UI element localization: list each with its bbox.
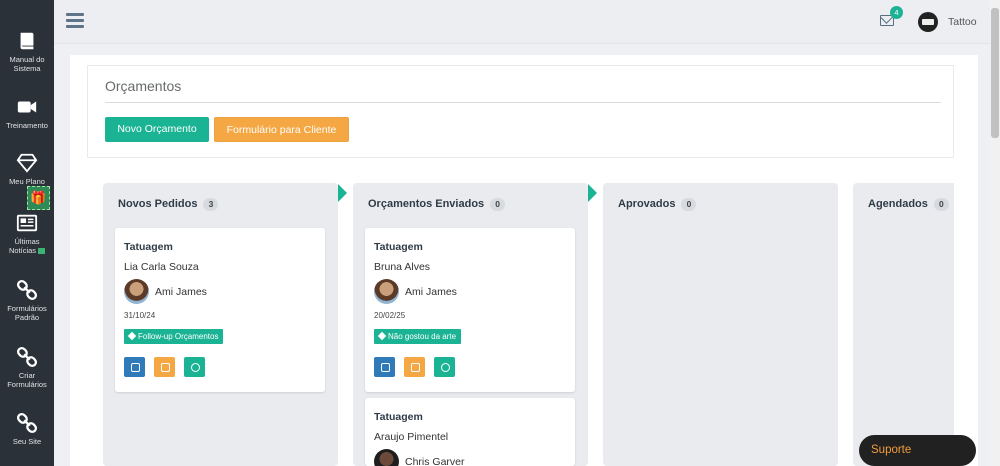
card-tag-label: Não gostou da arte <box>388 332 457 341</box>
page-title: Orçamentos <box>105 78 182 94</box>
gift-icon[interactable]: 🎁 <box>27 186 50 210</box>
sidebar-item-label: Meu Plano <box>9 177 45 186</box>
diamond-icon <box>16 152 38 174</box>
sidebar-item-label: Últimas <box>14 237 40 246</box>
newspaper-icon <box>16 212 38 234</box>
user-name[interactable]: Tattoo <box>948 16 977 28</box>
sidebar-item-manual[interactable]: Manual do Sistema <box>0 30 54 73</box>
card-service-type: Tatuagem <box>124 241 173 253</box>
tag-button[interactable] <box>404 357 425 377</box>
sidebar-item-seu-site[interactable]: Seu Site <box>0 412 54 446</box>
edit-button[interactable] <box>124 357 145 377</box>
sidebar-item-label: Formulários <box>7 304 47 313</box>
sidebar-item-formularios-padrao[interactable]: Formulários Padrão <box>0 279 54 322</box>
artist-avatar <box>374 279 399 304</box>
card-artist-name: Ami James <box>405 286 457 298</box>
arrow-right-icon <box>588 184 597 202</box>
card-artist-name: Ami James <box>155 286 207 298</box>
tag-icon <box>377 331 387 341</box>
card-tag-label: Follow-up Orçamentos <box>138 332 219 341</box>
column-count-badge: 3 <box>203 198 219 211</box>
whatsapp-button[interactable] <box>434 357 455 377</box>
sidebar-item-label: Criar <box>18 371 36 380</box>
new-badge <box>38 248 46 255</box>
sidebar: Manual do Sistema Treinamento Meu Plano … <box>0 0 54 466</box>
quote-card[interactable]: Tatuagem Lia Carla Souza Ami James 31/10… <box>115 228 325 392</box>
card-tag[interactable]: Follow-up Orçamentos <box>124 329 224 344</box>
column-title: Orçamentos Enviados 0 <box>368 198 506 211</box>
edit-button[interactable] <box>374 357 395 377</box>
quote-card[interactable]: Tatuagem Bruna Alves Ami James 20/02/25 … <box>365 228 575 392</box>
topbar: 4 Tattoo <box>54 0 990 44</box>
video-camera-icon <box>16 96 38 118</box>
quotes-panel: Orçamentos Novo Orçamento Formulário par… <box>87 65 954 158</box>
card-service-type: Tatuagem <box>374 411 423 423</box>
artist-avatar <box>374 449 399 466</box>
card-date: 31/10/24 <box>124 311 156 320</box>
card-client-name: Araujo Pimentel <box>374 431 449 443</box>
whatsapp-button[interactable] <box>184 357 205 377</box>
sidebar-item-label: Padrão <box>14 313 40 322</box>
kanban-column-novos-pedidos: Novos Pedidos 3 Tatuagem Lia Carla Souza … <box>103 183 338 466</box>
client-form-button[interactable]: Formulário para Cliente <box>214 117 349 142</box>
link-icon <box>16 412 38 434</box>
scrollbar-thumb[interactable] <box>991 8 999 138</box>
kanban-column-orcamentos-enviados: Orçamentos Enviados 0 Tatuagem Bruna Alve… <box>353 183 588 466</box>
sidebar-item-label: Formulários <box>7 380 47 389</box>
sidebar-item-treinamento[interactable]: Treinamento <box>0 96 54 130</box>
column-title: Novos Pedidos 3 <box>118 198 219 211</box>
column-title-text: Novos Pedidos <box>118 198 198 210</box>
tag-button[interactable] <box>154 357 175 377</box>
sidebar-item-label: Sistema <box>13 64 41 73</box>
card-date: 20/02/25 <box>374 311 406 320</box>
divider <box>105 102 941 103</box>
book-icon <box>16 30 38 52</box>
card-client-name: Lia Carla Souza <box>124 261 199 273</box>
column-title-text: Orçamentos Enviados <box>368 198 485 210</box>
card-client-name: Bruna Alves <box>374 261 431 273</box>
sidebar-item-label: Notícias <box>8 246 37 255</box>
sidebar-item-criar-formularios[interactable]: Criar Formulários <box>0 346 54 389</box>
column-count-badge: 0 <box>681 198 697 211</box>
sidebar-item-label: Manual do <box>9 55 45 64</box>
column-count-badge: 0 <box>490 198 506 211</box>
kanban-column-aprovados: Aprovados 0 <box>603 183 838 466</box>
arrow-right-icon <box>338 184 347 202</box>
column-title-text: Agendados <box>868 198 928 210</box>
column-title: Aprovados 0 <box>618 198 697 211</box>
new-quote-button[interactable]: Novo Orçamento <box>105 117 209 142</box>
kanban-column-agendados: Agendados 0 <box>853 183 954 466</box>
link-icon <box>16 279 38 301</box>
sidebar-item-meu-plano[interactable]: Meu Plano <box>0 152 54 186</box>
card-tag[interactable]: Não gostou da arte <box>374 329 462 344</box>
card-artist-name: Chris Garver <box>405 456 465 466</box>
column-title-text: Aprovados <box>618 198 676 210</box>
card-service-type: Tatuagem <box>374 241 423 253</box>
menu-icon[interactable] <box>66 13 84 29</box>
link-icon <box>16 346 38 368</box>
column-title: Agendados 0 <box>868 198 949 211</box>
mail-count-badge: 4 <box>890 6 903 19</box>
column-count-badge: 0 <box>933 198 949 211</box>
quote-card[interactable]: Tatuagem Araujo Pimentel Chris Garver <box>365 398 575 466</box>
sidebar-item-label: Treinamento <box>6 121 48 130</box>
user-avatar[interactable] <box>918 12 938 32</box>
sidebar-item-label: Seu Site <box>12 437 42 446</box>
support-button[interactable]: Suporte <box>859 435 976 466</box>
sidebar-item-noticias[interactable]: Últimas Notícias <box>0 212 54 255</box>
tag-icon <box>127 331 137 341</box>
artist-avatar <box>124 279 149 304</box>
